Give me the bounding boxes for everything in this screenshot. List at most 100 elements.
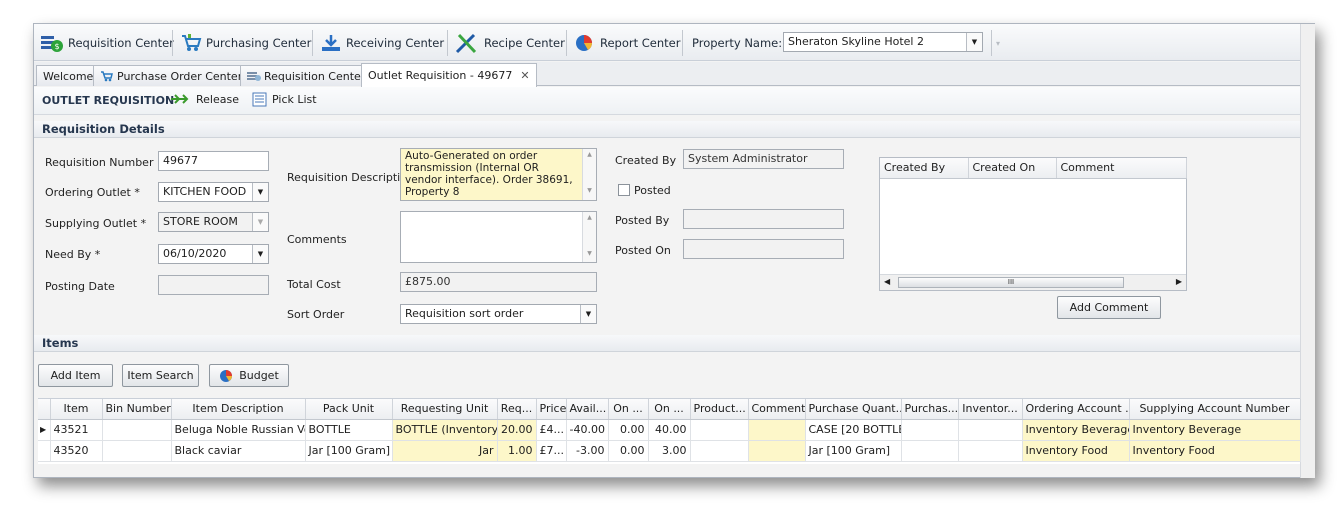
supplying-account-cell[interactable]: Inventory Beverage — [1129, 419, 1301, 441]
need-by-date-picker[interactable]: 06/10/2020 ▼ — [158, 244, 269, 264]
requisition-number-field[interactable]: 49677 — [158, 151, 269, 171]
tab-purchase-order-center[interactable]: Purchase Order Center — [93, 65, 250, 86]
item-search-button[interactable]: Item Search — [122, 364, 199, 387]
pack-unit-cell[interactable]: Jar [100 Gram] — [305, 440, 393, 462]
column-header[interactable]: Comment — [1056, 158, 1187, 179]
product-cell[interactable] — [690, 440, 749, 462]
chevron-down-icon[interactable]: ▼ — [580, 305, 596, 323]
close-icon[interactable]: ✕ — [520, 69, 529, 82]
product-cell[interactable] — [690, 419, 749, 441]
column-header[interactable]: Item — [50, 399, 103, 420]
column-header[interactable]: Comments — [748, 399, 806, 420]
column-header[interactable]: Ordering Account ... — [1022, 399, 1130, 420]
budget-button[interactable]: Budget — [209, 364, 289, 387]
on-order-cell[interactable]: 40.00 — [648, 419, 691, 441]
scroll-left-icon[interactable]: ◀ — [884, 277, 890, 286]
add-comment-button[interactable]: Add Comment — [1057, 296, 1161, 319]
items-grid[interactable]: Item Bin Number Item Description Pack Un… — [38, 398, 1301, 464]
tab-requisition-center[interactable]: Requisition Center — [240, 65, 373, 86]
ordering-account-cell[interactable]: Inventory Beverage — [1022, 419, 1130, 441]
table-row[interactable]: ▶ 43521 Beluga Noble Russian Vodka BOTTL… — [38, 419, 1301, 441]
page-title: OUTLET REQUISITION — [42, 94, 175, 107]
column-header[interactable]: Item Description — [171, 399, 306, 420]
requesting-unit-cell[interactable]: BOTTLE (Inventory) — [392, 419, 498, 441]
column-header[interactable]: Supplying Account Number — [1129, 399, 1301, 420]
comments-cell[interactable] — [748, 419, 806, 441]
scroll-right-icon[interactable]: ▶ — [1176, 277, 1182, 286]
column-header[interactable]: Requesting Unit — [392, 399, 498, 420]
textarea-scrollbar[interactable]: ▲ ▼ — [582, 149, 596, 200]
req-qty-cell[interactable]: 20.00 — [497, 419, 537, 441]
tab-welcome[interactable]: Welcome — [36, 65, 101, 86]
available-cell[interactable]: -3.00 — [566, 440, 609, 462]
report-center-button[interactable]: Report Center — [574, 31, 680, 55]
chevron-down-icon[interactable]: ▼ — [252, 183, 268, 201]
add-item-button[interactable]: Add Item — [38, 364, 113, 387]
price-cell[interactable]: £4... — [536, 419, 567, 441]
column-header[interactable]: Created On — [968, 158, 1057, 179]
textarea-scrollbar[interactable]: ▲ ▼ — [582, 212, 596, 262]
purchase-quantity-cell[interactable]: Jar [100 Gram] — [805, 440, 902, 462]
window-scrollbar[interactable] — [1300, 24, 1315, 478]
column-header[interactable]: Bin Number — [102, 399, 172, 420]
comments-cell[interactable] — [748, 440, 806, 462]
pack-unit-cell[interactable]: BOTTLE — [305, 419, 393, 441]
column-header[interactable]: Product... — [690, 399, 749, 420]
requisition-center-button[interactable]: $ Requisition Center — [40, 31, 174, 55]
ordering-account-cell[interactable]: Inventory Food — [1022, 440, 1130, 462]
comments-textarea[interactable]: ▲ ▼ — [400, 211, 597, 263]
scroll-thumb[interactable]: III — [898, 277, 1124, 288]
recipe-center-button[interactable]: Recipe Center — [454, 31, 565, 55]
property-select[interactable]: Sheraton Skyline Hotel 2 ▼ — [783, 32, 983, 52]
posting-date-field[interactable] — [158, 275, 269, 295]
tab-outlet-requisition[interactable]: Outlet Requisition - 49677 ✕ — [361, 63, 537, 87]
total-cost-field: £875.00 — [400, 272, 597, 292]
inventory-cell[interactable] — [958, 419, 1023, 441]
column-header[interactable]: Req... — [497, 399, 537, 420]
horizontal-scrollbar[interactable]: ◀ III ▶ — [880, 274, 1186, 290]
bin-cell[interactable] — [102, 419, 172, 441]
ordering-outlet-select[interactable]: KITCHEN FOOD ▼ — [158, 182, 269, 202]
column-header[interactable]: On ... — [608, 399, 649, 420]
requesting-unit-cell[interactable]: Jar — [392, 440, 498, 462]
table-row[interactable]: 43520 Black caviar Jar [100 Gram] Jar 1.… — [38, 440, 1301, 462]
column-header[interactable]: Avail... — [566, 399, 609, 420]
toolbar-overflow-icon[interactable]: ▾ — [996, 31, 1000, 55]
on-hand-cell[interactable]: 0.00 — [608, 440, 649, 462]
property-select-value: Sheraton Skyline Hotel 2 — [788, 35, 924, 48]
available-cell[interactable]: -40.00 — [566, 419, 609, 441]
purchasing-center-button[interactable]: Purchasing Center — [180, 31, 311, 55]
release-button[interactable]: Release — [170, 92, 239, 106]
bin-cell[interactable] — [102, 440, 172, 462]
pick-list-button[interactable]: Pick List — [252, 92, 317, 107]
chevron-down-icon[interactable]: ▼ — [252, 213, 268, 231]
column-header[interactable]: Inventor... — [958, 399, 1023, 420]
on-order-cell[interactable]: 3.00 — [648, 440, 691, 462]
purchase-cell[interactable] — [901, 440, 959, 462]
description-cell[interactable]: Black caviar — [171, 440, 306, 462]
comment-grid[interactable]: Created By Created On Comment ◀ III ▶ — [879, 157, 1187, 291]
supplying-outlet-select[interactable]: STORE ROOM ▼ — [158, 212, 269, 232]
on-hand-cell[interactable]: 0.00 — [608, 419, 649, 441]
requisition-description-textarea[interactable]: Auto-Generated on order transmission (In… — [400, 148, 597, 201]
inventory-cell[interactable] — [958, 440, 1023, 462]
chevron-down-icon[interactable]: ▼ — [966, 33, 982, 51]
item-cell[interactable]: 43521 — [50, 419, 103, 441]
column-header[interactable]: Pack Unit — [305, 399, 393, 420]
purchase-cell[interactable] — [901, 419, 959, 441]
description-cell[interactable]: Beluga Noble Russian Vodka — [171, 419, 306, 441]
item-cell[interactable]: 43520 — [50, 440, 103, 462]
receiving-center-button[interactable]: Receiving Center — [320, 31, 444, 55]
posted-checkbox[interactable] — [618, 184, 630, 196]
column-header[interactable]: On ... — [648, 399, 691, 420]
column-header[interactable]: Purchas... — [901, 399, 959, 420]
column-header[interactable]: Created By — [880, 158, 969, 179]
chevron-down-icon[interactable]: ▼ — [252, 245, 268, 263]
purchase-quantity-cell[interactable]: CASE [20 BOTTLE] — [805, 419, 902, 441]
column-header[interactable]: Purchase Quant... — [805, 399, 902, 420]
req-qty-cell[interactable]: 1.00 — [497, 440, 537, 462]
column-header[interactable]: Price — [536, 399, 567, 420]
sort-order-select[interactable]: Requisition sort order ▼ — [400, 304, 597, 324]
price-cell[interactable]: £7... — [536, 440, 567, 462]
supplying-account-cell[interactable]: Inventory Food — [1129, 440, 1301, 462]
